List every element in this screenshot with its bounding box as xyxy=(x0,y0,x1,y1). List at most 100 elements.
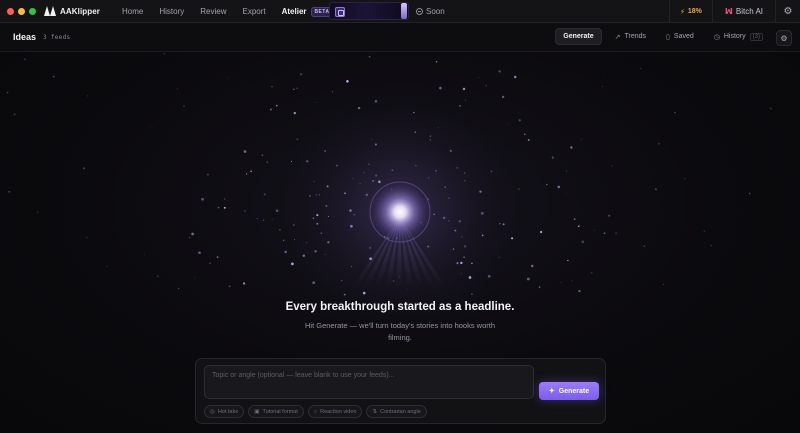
star xyxy=(244,210,246,212)
star xyxy=(309,195,311,197)
star xyxy=(294,239,295,240)
star xyxy=(499,222,501,225)
chip-reaction-video[interactable]: ○ Reaction video xyxy=(307,405,363,418)
star xyxy=(269,108,272,111)
star xyxy=(374,143,377,146)
chip-tutorial-format[interactable]: ▣ Tutorial format xyxy=(248,405,304,418)
star xyxy=(8,190,11,193)
chip-label: Reaction video xyxy=(320,408,357,415)
star xyxy=(372,180,374,182)
star xyxy=(580,138,582,140)
star xyxy=(271,85,273,88)
star xyxy=(742,209,744,211)
star xyxy=(654,188,657,191)
star xyxy=(461,236,463,238)
bookmark-icon: ▯ xyxy=(666,33,670,41)
star xyxy=(261,154,264,157)
top-right-status: ⚡ 18% ꟽ Bitch AI ⚙ xyxy=(668,0,800,23)
star xyxy=(392,280,395,282)
brand-ai-button[interactable]: ꟽ Bitch AI xyxy=(711,0,775,23)
nav-export[interactable]: Export xyxy=(234,0,273,23)
star xyxy=(198,251,201,254)
brand-ai-icon: ꟽ xyxy=(724,7,733,16)
star xyxy=(359,183,361,185)
star xyxy=(449,149,452,152)
tab-history[interactable]: ◷ History (3) xyxy=(707,28,770,45)
star xyxy=(291,262,294,266)
star xyxy=(454,229,457,232)
star xyxy=(378,180,381,184)
star xyxy=(458,104,461,107)
star xyxy=(611,165,613,167)
book-icon: ▣ xyxy=(254,408,260,415)
soon-label: Soon xyxy=(426,7,445,16)
star xyxy=(551,156,554,159)
star xyxy=(327,241,330,244)
star xyxy=(353,213,356,216)
star xyxy=(328,215,329,217)
star xyxy=(315,102,317,104)
star xyxy=(448,220,450,222)
chip-label: Contrarian angle xyxy=(380,408,421,415)
title-bar: AAKlipper Home History Review Export Ate… xyxy=(0,0,800,23)
star xyxy=(502,223,505,226)
star xyxy=(462,87,466,91)
nav-history[interactable]: History xyxy=(151,0,192,23)
ideas-settings-icon[interactable]: ⚙ xyxy=(776,30,792,46)
tab-trends[interactable]: ↗ Trends xyxy=(608,28,653,45)
star xyxy=(579,224,581,226)
nav-review[interactable]: Review xyxy=(192,0,234,23)
star xyxy=(6,91,9,94)
idea-composer: ✦ Generate ◎ Hot take ▣ Tutorial format … xyxy=(195,358,606,424)
star xyxy=(769,107,772,110)
star xyxy=(324,254,326,256)
nav-home[interactable]: Home xyxy=(114,0,151,23)
video-preview-thumbnail[interactable] xyxy=(329,2,409,20)
star xyxy=(460,273,463,275)
star xyxy=(513,75,517,79)
trend-icon: ↗ xyxy=(614,33,621,41)
generate-button[interactable]: ✦ Generate xyxy=(539,382,599,400)
star xyxy=(223,198,226,200)
app-logo[interactable]: AAKlipper xyxy=(44,6,100,16)
star xyxy=(539,230,543,234)
star xyxy=(369,257,372,261)
star xyxy=(293,111,296,115)
star xyxy=(262,219,265,221)
star xyxy=(369,246,372,249)
star xyxy=(315,194,317,196)
star xyxy=(228,285,231,288)
star xyxy=(336,164,338,167)
star xyxy=(391,169,394,172)
star xyxy=(444,186,447,188)
star xyxy=(452,248,455,250)
tab-generate[interactable]: Generate xyxy=(555,28,602,45)
star xyxy=(318,194,320,196)
star xyxy=(368,163,370,165)
star xyxy=(518,188,520,190)
star xyxy=(471,293,473,295)
topic-input[interactable] xyxy=(204,365,534,399)
star xyxy=(557,185,561,189)
settings-gear-icon[interactable]: ⚙ xyxy=(775,0,800,23)
star xyxy=(374,99,378,103)
chip-contrarian-angle[interactable]: ⇅ Contrarian angle xyxy=(366,405,427,418)
star xyxy=(340,279,343,282)
app-name: AAKlipper xyxy=(60,6,101,16)
chip-hot-take[interactable]: ◎ Hot take xyxy=(204,405,245,418)
tab-generate-label: Generate xyxy=(563,33,594,40)
star xyxy=(526,277,530,281)
close-window-button[interactable] xyxy=(7,7,14,15)
star xyxy=(375,174,378,177)
star xyxy=(501,95,505,99)
zoom-window-button[interactable] xyxy=(29,7,36,15)
globe-icon xyxy=(416,8,423,15)
star xyxy=(498,70,501,73)
credits-value: 18% xyxy=(687,8,702,15)
credits-indicator[interactable]: ⚡ 18% xyxy=(668,0,712,23)
minimize-window-button[interactable] xyxy=(18,7,25,15)
tab-saved[interactable]: ▯ Saved xyxy=(659,28,701,45)
star xyxy=(313,180,315,183)
star xyxy=(191,232,194,236)
ideas-canvas: Every breakthrough started as a headline… xyxy=(0,52,800,433)
